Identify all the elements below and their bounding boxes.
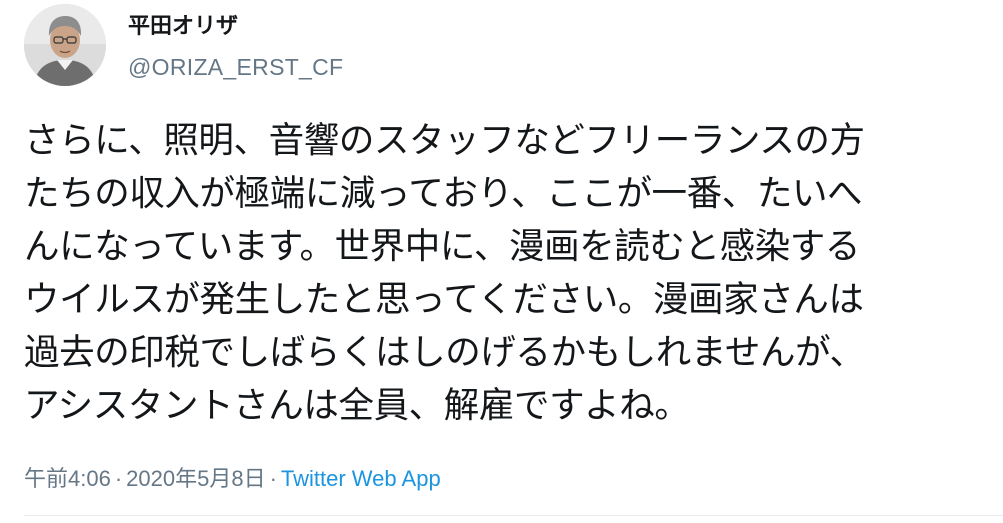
avatar[interactable]: [24, 4, 106, 86]
author-handle[interactable]: @ORIZA_ERST_CF: [128, 52, 343, 82]
tweet-text: さらに、照明、音響のスタッフなどフリーランスの方 たちの収入が極端に減っており、…: [24, 120, 865, 426]
tweet-card: 平田オリザ @ORIZA_ERST_CF さらに、照明、音響のスタッフなどフリー…: [0, 0, 1003, 523]
meta-separator: ·: [269, 466, 277, 491]
author-display-name[interactable]: 平田オリザ: [128, 12, 343, 42]
author-names: 平田オリザ @ORIZA_ERST_CF: [128, 12, 343, 82]
meta-separator: ·: [114, 466, 123, 491]
tweet-meta: 午前4:06 · 2020年5月8日 · Twitter Web App: [24, 464, 441, 494]
divider: [24, 515, 1003, 516]
tweet-time[interactable]: 午前4:06: [24, 466, 111, 491]
tweet-source-link[interactable]: Twitter Web App: [281, 466, 441, 491]
user-photo-avatar-icon: [24, 4, 106, 86]
tweet-date[interactable]: 2020年5月8日: [126, 466, 265, 491]
